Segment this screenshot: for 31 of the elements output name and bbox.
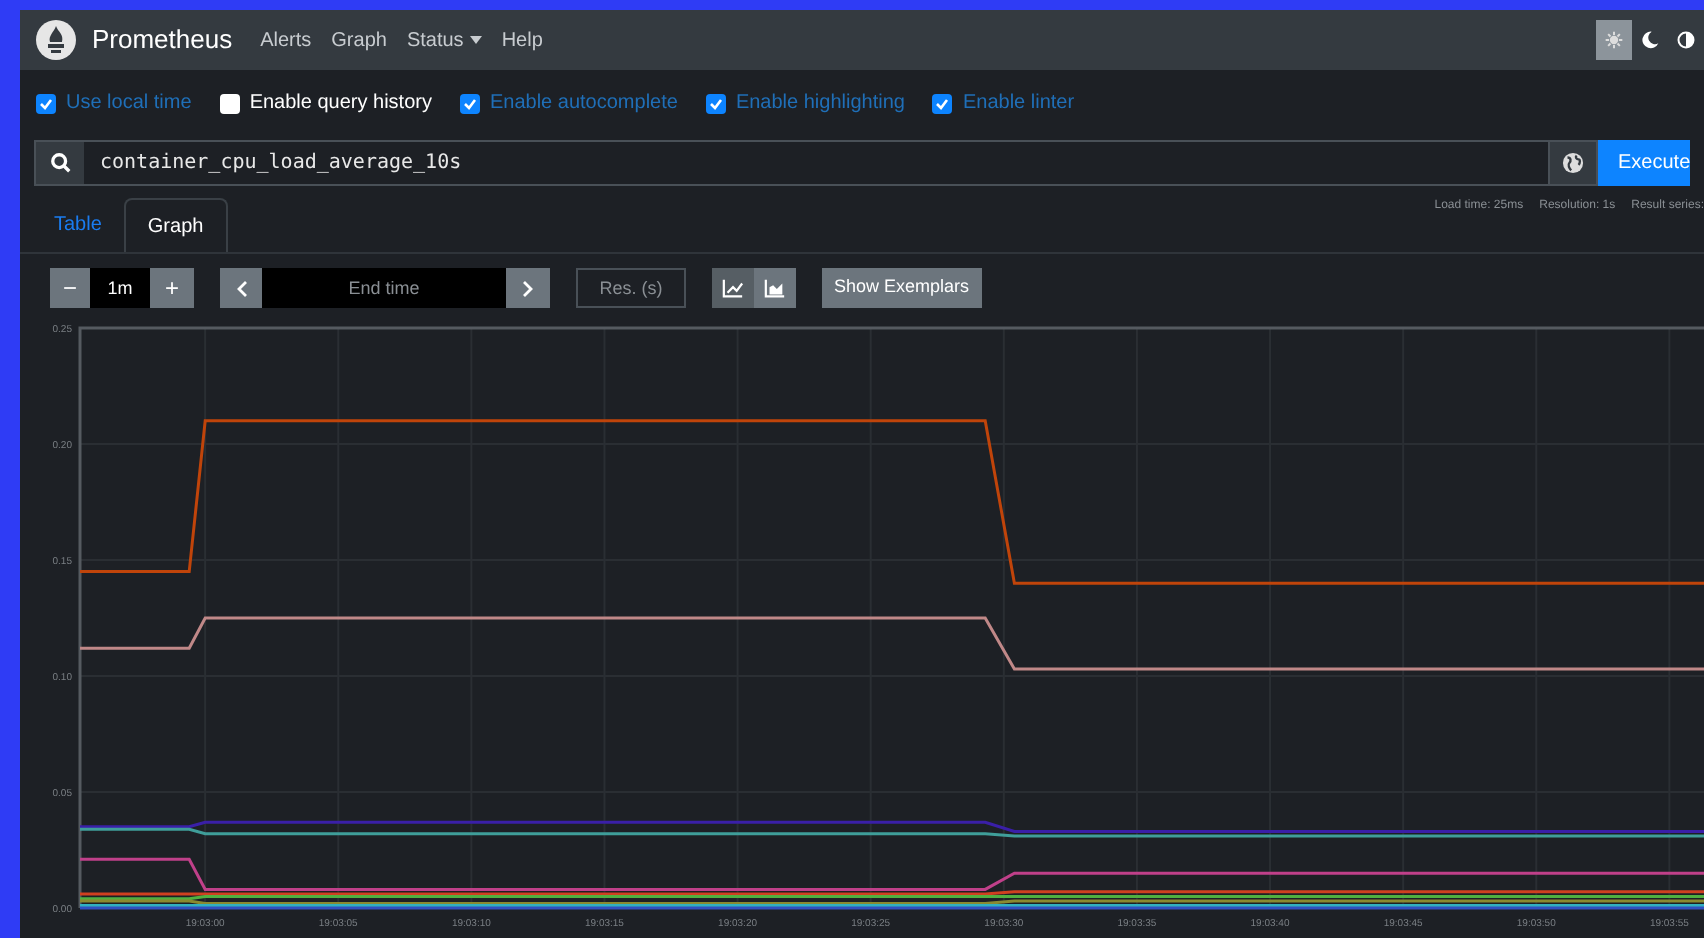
checkbox[interactable] bbox=[705, 93, 726, 113]
nav-dropdown[interactable]: Status bbox=[406, 25, 482, 55]
next-icon[interactable] bbox=[506, 268, 550, 308]
decrease-range-button[interactable]: − bbox=[50, 268, 90, 308]
increase-range-button[interactable]: + bbox=[150, 268, 194, 308]
nav-link[interactable]: Alerts bbox=[260, 25, 312, 55]
area-chart-icon[interactable] bbox=[754, 268, 796, 308]
show-exemplars-button[interactable]: Show Exemplars bbox=[822, 268, 982, 308]
range-input-field[interactable]: 1m bbox=[90, 268, 150, 308]
end-time-input-field[interactable]: End time bbox=[262, 268, 506, 308]
checkbox[interactable] bbox=[459, 93, 480, 113]
option-label: Enable highlighting bbox=[735, 90, 905, 118]
nav-link[interactable]: Graph bbox=[331, 25, 387, 55]
checkbox[interactable] bbox=[36, 93, 56, 113]
nav-link[interactable]: Help bbox=[501, 25, 543, 55]
flame-logo-icon[interactable] bbox=[36, 20, 76, 60]
checkbox[interactable] bbox=[932, 93, 953, 113]
search-icon[interactable] bbox=[36, 142, 84, 184]
option-label: Enable autocomplete bbox=[489, 90, 678, 118]
option-label: Enable query history bbox=[249, 90, 432, 118]
checkbox[interactable] bbox=[219, 93, 240, 113]
option-label: Use local time bbox=[66, 90, 192, 118]
tab[interactable]: Graph bbox=[123, 198, 228, 252]
resolution-input-field[interactable]: Res. (s) bbox=[576, 268, 686, 308]
tab[interactable]: Table bbox=[32, 198, 124, 252]
execute-button[interactable]: Execute bbox=[1598, 140, 1690, 186]
line-chart-icon[interactable] bbox=[712, 268, 754, 308]
brand-title[interactable]: Prometheus bbox=[92, 20, 233, 60]
globe-icon[interactable] bbox=[1548, 142, 1596, 184]
previous-icon[interactable] bbox=[220, 268, 262, 308]
option-label: Enable linter bbox=[962, 90, 1075, 118]
